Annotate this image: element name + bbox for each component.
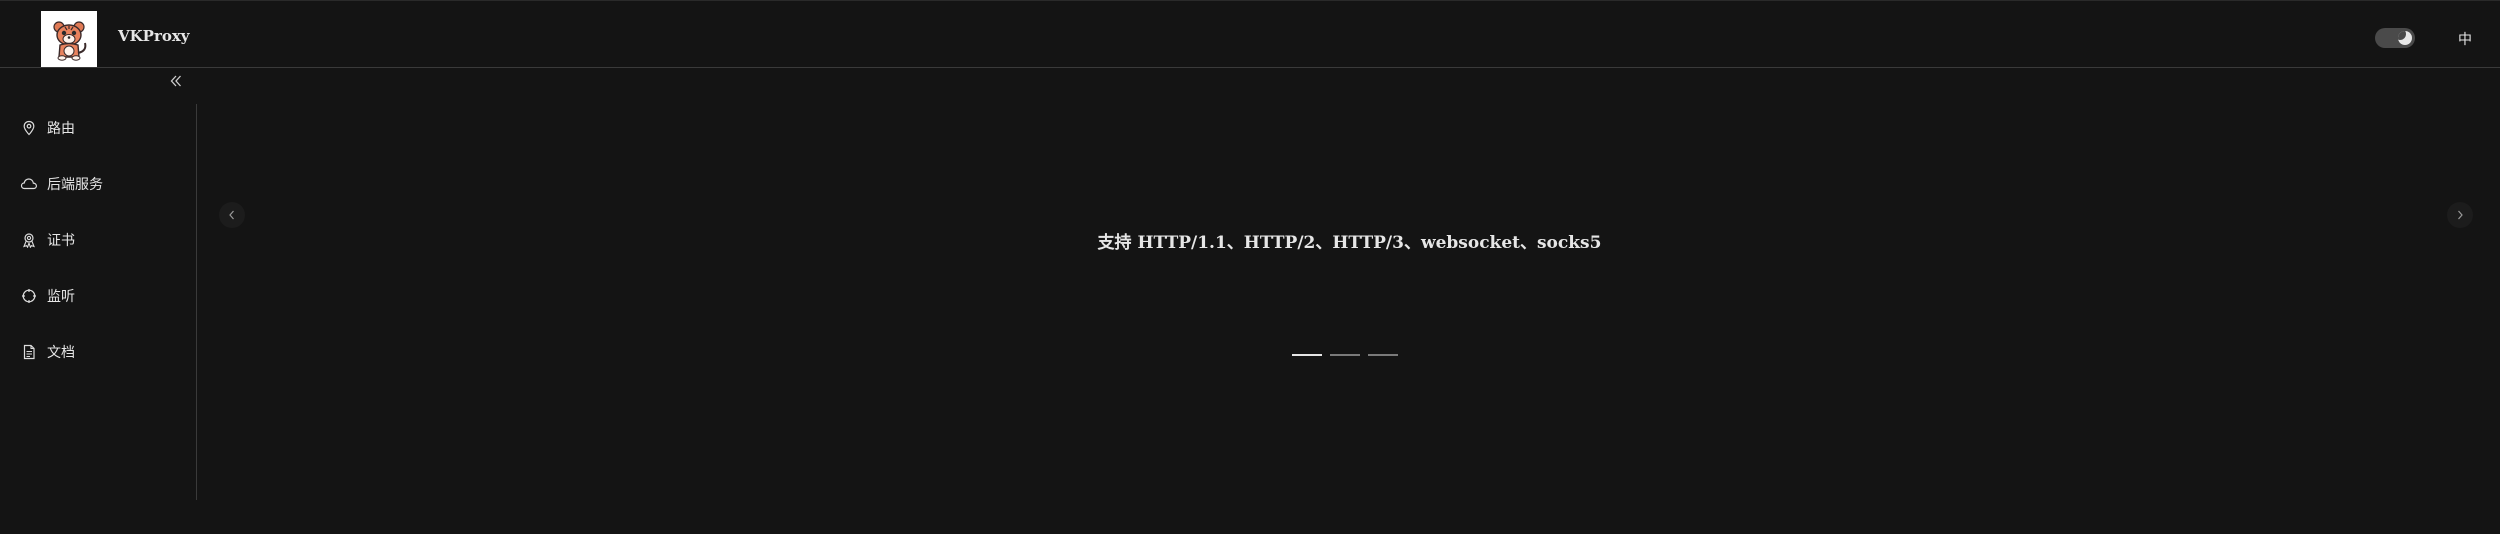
cloud-icon [20, 175, 38, 193]
location-pin-icon [20, 119, 38, 137]
carousel-indicators [1292, 350, 1412, 360]
collapse-sidebar-button[interactable] [168, 74, 184, 92]
carousel-indicator[interactable] [1330, 354, 1360, 356]
sidebar-item-listeners[interactable]: 监听 [0, 276, 196, 316]
sidebar-item-label: 后端服务 [47, 177, 103, 193]
app-header: VKProxy 中 [0, 0, 2500, 68]
sidebar-nav: 路由 后端服务 证书 监听 文档 [0, 104, 197, 500]
carousel-indicator[interactable] [1292, 354, 1322, 356]
sidebar-item-label: 文档 [47, 345, 75, 361]
sidebar-item-label: 证书 [47, 233, 75, 249]
sidebar-item-routes[interactable]: 路由 [0, 108, 196, 148]
double-chevron-left-icon [170, 75, 181, 87]
carousel-prev-button[interactable] [219, 202, 245, 228]
crosshair-icon [20, 287, 38, 305]
feature-carousel: 支持 HTTP/1.1、HTTP/2、HTTP/3、websocket、sock… [199, 104, 2500, 500]
sidebar-item-label: 监听 [47, 289, 75, 305]
sidebar-item-docs[interactable]: 文档 [0, 332, 196, 372]
tiger-logo [41, 11, 97, 67]
document-icon [20, 343, 38, 361]
moon-icon [2398, 31, 2412, 45]
sidebar-item-backend-services[interactable]: 后端服务 [0, 164, 196, 204]
carousel-slide-text: 支持 HTTP/1.1、HTTP/2、HTTP/3、websocket、sock… [1097, 233, 1602, 253]
chevron-left-icon [229, 210, 234, 220]
certificate-icon [20, 231, 38, 249]
carousel-indicator[interactable] [1368, 354, 1398, 356]
chevron-right-icon [2458, 210, 2463, 220]
carousel-next-button[interactable] [2447, 202, 2473, 228]
sidebar-item-certificates[interactable]: 证书 [0, 220, 196, 260]
tiger-logo-image [53, 21, 87, 61]
theme-toggle-switch[interactable] [2375, 28, 2415, 48]
brand-name: VKProxy [118, 27, 190, 45]
sidebar-item-label: 路由 [47, 121, 75, 137]
language-switch[interactable]: 中 [2458, 29, 2472, 49]
